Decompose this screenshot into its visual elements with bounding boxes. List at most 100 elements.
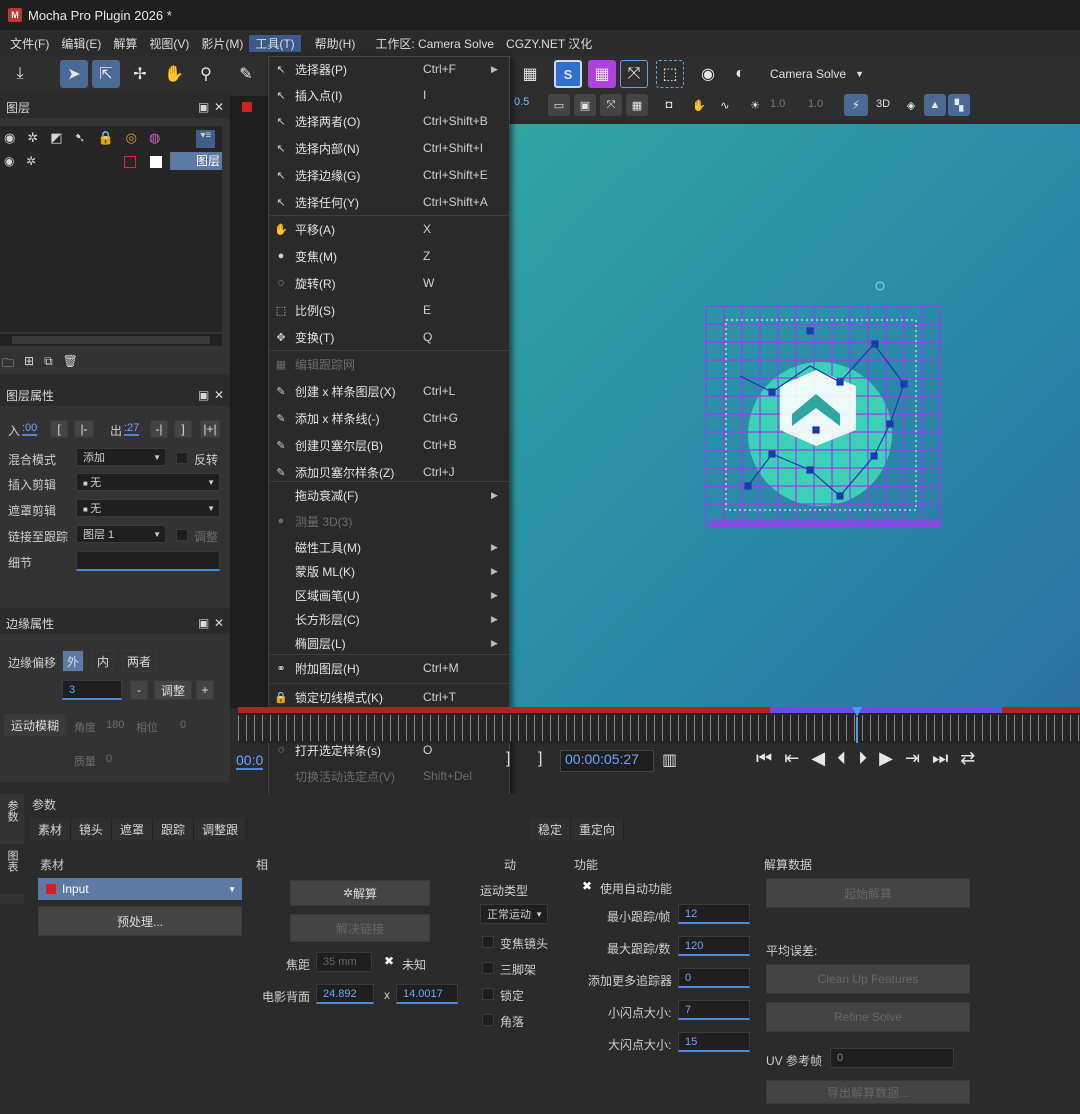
play-back-icon[interactable]: ◀ <box>811 748 825 774</box>
in-bracket-button[interactable]: [ <box>50 420 68 438</box>
menu-item[interactable]: ● 测量 3D(3) <box>269 509 509 533</box>
detail-slider[interactable] <box>76 551 220 571</box>
menu-solve[interactable]: 解算 <box>107 35 143 52</box>
menu-item[interactable]: ↖ 选择内部(N) Ctrl+Shift+I <box>269 136 509 160</box>
menu-icon[interactable]: ▾≡ <box>196 130 216 148</box>
viewer-canvas[interactable] <box>510 124 1080 707</box>
insert-clip-select[interactable]: ■ 无 ▼ <box>76 473 220 491</box>
quality-value[interactable]: 0 <box>106 753 112 765</box>
menu-item[interactable]: ● 变焦(M) Z <box>269 244 509 268</box>
tab-reorient[interactable]: 重定向 <box>571 818 625 840</box>
surface-icon[interactable]: ⬚ <box>656 60 684 88</box>
menu-item[interactable]: ✎ 创建贝塞尔层(B) Ctrl+B <box>269 433 509 457</box>
float-icon[interactable]: ▣ <box>198 100 209 114</box>
menu-item[interactable]: 🔒 锁定切线模式(K) Ctrl+T <box>269 685 509 709</box>
tab-lens[interactable]: 镜头 <box>71 818 113 840</box>
trash-icon[interactable]: 🗑 <box>63 354 78 372</box>
lock-icon[interactable]: 🔒 <box>97 130 113 148</box>
menu-help[interactable]: 帮助(H) <box>309 35 362 52</box>
track-icon[interactable]: ➷ <box>75 130 86 148</box>
lightning-icon[interactable]: ⚡ <box>844 94 868 116</box>
image-icon[interactable]: ▲ <box>924 94 946 116</box>
menu-item[interactable]: ⬚ 比例(S) E <box>269 298 509 322</box>
color-wheel-icon[interactable]: ◎ <box>126 130 137 148</box>
timeline-start-time[interactable]: 00:0 <box>236 752 264 770</box>
menu-view[interactable]: 视图(V) <box>143 35 195 52</box>
tab-clip[interactable]: 素材 <box>30 818 72 840</box>
menu-item[interactable]: ↖ 选择器(P) Ctrl+F ▶ <box>269 57 509 81</box>
side-tab-params[interactable]: 参数 <box>0 794 24 844</box>
layer-color-swatch[interactable] <box>124 156 136 168</box>
menu-item[interactable]: 切换活动选定点(V) Shift+Del <box>269 764 509 788</box>
layer-white-swatch[interactable] <box>150 156 162 168</box>
add-trackers-input[interactable]: 0 <box>678 968 750 988</box>
solve-data-button[interactable]: 起始解算 <box>766 878 970 908</box>
edge-out-button[interactable]: 外 <box>62 650 84 672</box>
edge-in-button[interactable]: 内 <box>92 650 114 672</box>
tripod-checkbox[interactable] <box>482 962 494 974</box>
value1[interactable]: 1.0 <box>770 98 785 110</box>
adjust-button[interactable]: 调整 <box>154 680 192 700</box>
menu-item[interactable]: ↖ 选择任何(Y) Ctrl+Shift+A <box>269 190 509 214</box>
eye-icon[interactable]: ◉ <box>4 130 15 148</box>
out-value[interactable]: :27 <box>124 422 140 436</box>
tab-adjust[interactable]: 调整跟 <box>194 818 248 840</box>
new-layer-icon[interactable]: ⊞ <box>24 354 34 372</box>
max-track-input[interactable]: 120 <box>678 936 750 956</box>
checker-icon[interactable]: ▚ <box>948 94 970 116</box>
lens-icon[interactable]: ◉ <box>694 60 722 88</box>
duplicate-icon[interactable]: ⧉ <box>44 354 53 372</box>
timeline-work-area[interactable] <box>770 707 1002 713</box>
phase-value[interactable]: 0 <box>180 719 186 731</box>
menu-item[interactable]: ✥ 变换(T) Q <box>269 325 509 349</box>
step-forward-icon[interactable]: ⏵ <box>858 748 867 774</box>
step-back-icon[interactable]: ⏴ <box>837 748 846 774</box>
spline-view-icon[interactable]: ⤧ <box>600 94 622 116</box>
menu-item[interactable]: ↖ 插入点(I) I <box>269 83 509 107</box>
close-icon[interactable]: ✕ <box>214 100 224 114</box>
pin-icon[interactable]: ◘ <box>658 94 680 116</box>
prev-key-icon[interactable]: ⇤ <box>784 748 799 774</box>
spline-tool-icon[interactable]: ✎ <box>232 60 260 88</box>
tab-matte[interactable]: 遮罩 <box>112 818 154 840</box>
grid-view2-icon[interactable]: ▦ <box>626 94 648 116</box>
play-icon[interactable]: ▶ <box>879 748 893 774</box>
float-icon[interactable]: ▣ <box>198 616 209 630</box>
clean-up-button[interactable]: Clean Up Features <box>766 964 970 994</box>
menu-item[interactable]: ✎ 创建 x 样条图层(X) Ctrl+L <box>269 379 509 403</box>
layers-scrollbar[interactable] <box>0 334 222 346</box>
workspace-select[interactable]: Camera Solve ▼ <box>764 64 870 84</box>
float-icon[interactable]: ▣ <box>198 388 209 402</box>
auto-func-check-icon[interactable]: ✖ <box>582 879 592 893</box>
frame-value[interactable]: 0.5 <box>514 96 540 114</box>
preprocess-button[interactable]: 预处理... <box>38 906 242 936</box>
camera-icon[interactable]: ◐ <box>726 60 754 88</box>
bracket-right-icon[interactable]: ] <box>506 750 510 768</box>
mask-clip-select[interactable]: ■ 无 ▼ <box>76 499 220 517</box>
link-select[interactable]: 图层 1 ▼ <box>76 525 166 543</box>
playhead[interactable] <box>852 707 862 743</box>
cube-icon[interactable]: ◈ <box>900 94 922 116</box>
zoom-tool-icon[interactable]: ⚲ <box>192 60 220 88</box>
menu-tools[interactable]: 工具(T) <box>249 34 301 52</box>
in-mark-button[interactable]: |- <box>74 420 94 438</box>
unknown-check-icon[interactable]: ✖ <box>384 954 394 968</box>
edge-value-input[interactable]: 3 <box>62 680 122 700</box>
menu-item[interactable]: ▦ 编辑跟踪网 <box>269 352 509 376</box>
pan-tool-icon[interactable]: ✋ <box>160 60 188 88</box>
corner-pin-icon[interactable]: ⤧ <box>620 60 648 88</box>
first-frame-icon[interactable]: ⏮ <box>756 748 772 774</box>
visible-icon[interactable]: ◉ <box>4 154 14 168</box>
layers-view-icon[interactable]: ▣ <box>574 94 596 116</box>
small-flash-input[interactable]: 7 <box>678 1000 750 1020</box>
tab-stabilize[interactable]: 稳定 <box>530 818 572 840</box>
trash-keyframe-icon[interactable]: ▥ <box>662 750 677 770</box>
clip-select[interactable]: Input ▼ <box>38 878 242 900</box>
menu-item[interactable]: ↖ 选择边缘(G) Ctrl+Shift+E <box>269 163 509 187</box>
out-mark-button[interactable]: -| <box>150 420 168 438</box>
uv-input[interactable]: 0 <box>830 1048 954 1068</box>
refine-solve-button[interactable]: Refine Solve <box>766 1002 970 1032</box>
menu-item[interactable]: ✋ 平移(A) X <box>269 217 509 241</box>
stabilize-s-icon[interactable]: S <box>554 60 582 88</box>
3d-label[interactable]: 3D <box>876 98 890 110</box>
